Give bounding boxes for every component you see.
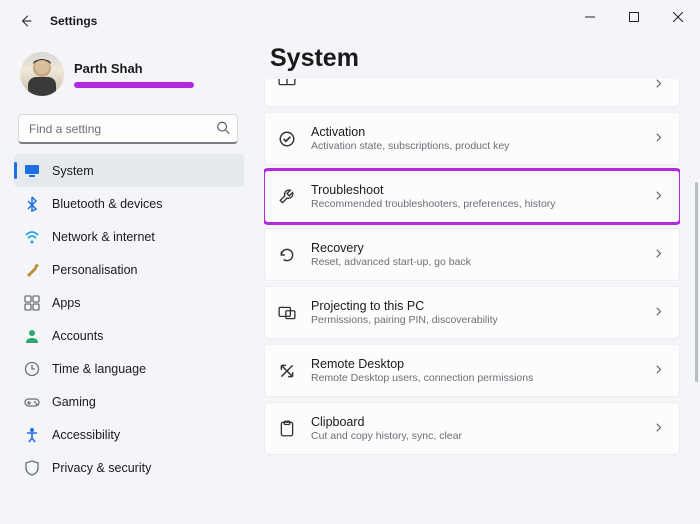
tile-title: Remote Desktop [311,357,533,371]
settings-tile-remote-desktop[interactable]: Remote DesktopRemote Desktop users, conn… [264,344,680,397]
nav: System Bluetooth & devices Network & inter… [14,154,244,484]
brush-icon [24,262,40,278]
avatar [20,52,64,96]
sidebar-item-label: Network & internet [52,230,155,244]
sidebar-item-personalisation[interactable]: Personalisation [14,253,244,286]
sidebar-item-label: Bluetooth & devices [52,197,163,211]
accessibility-icon [24,427,40,443]
snap-icon [277,79,297,89]
page-title: System [270,44,680,73]
sidebar-item-label: Apps [52,296,81,310]
settings-tile-snap-windows-desktops-task-switching[interactable]: Snap windows, desktops, task switching [264,79,680,107]
window-controls [568,0,700,34]
recovery-icon [277,245,297,265]
settings-tile-troubleshoot[interactable]: TroubleshootRecommended troubleshooters,… [264,170,680,223]
close-icon [673,12,683,22]
profile-email-redacted [74,82,194,88]
tile-title: Activation [311,125,509,139]
chevron-right-icon [653,131,665,146]
tile-subtitle: Permissions, pairing PIN, discoverabilit… [311,314,498,326]
clipboard-icon [277,419,297,439]
tile-subtitle: Recommended troubleshooters, preferences… [311,198,556,210]
sidebar-item-bluetooth-devices[interactable]: Bluetooth & devices [14,187,244,220]
maximize-icon [629,12,639,22]
sidebar: Parth Shah System Bluetooth & devices Netw… [0,42,252,524]
chevron-right-icon [653,189,665,204]
settings-tile-clipboard[interactable]: ClipboardCut and copy history, sync, cle… [264,402,680,455]
sidebar-item-gaming[interactable]: Gaming [14,385,244,418]
shield-icon [24,460,40,476]
tile-title: Clipboard [311,415,462,429]
chevron-right-icon [653,305,665,320]
content-pane: System Snap windows, desktops, task swit… [252,42,700,524]
tile-subtitle: Cut and copy history, sync, clear [311,430,462,442]
chevron-right-icon [653,421,665,436]
settings-tile-list: Snap windows, desktops, task switching Ac… [264,79,680,455]
scrollbar-track[interactable] [695,162,698,494]
tile-title: Recovery [311,241,471,255]
wrench-icon [277,187,297,207]
minimize-button[interactable] [568,0,612,34]
scrollbar-thumb[interactable] [695,182,698,382]
sidebar-item-label: Gaming [52,395,96,409]
profile-block[interactable]: Parth Shah [12,46,244,106]
search-wrap [18,114,238,144]
profile-name: Parth Shah [74,61,194,76]
chevron-right-icon [653,363,665,378]
apps-icon [24,295,40,311]
bluetooth-icon [24,196,40,212]
clock-icon [24,361,40,377]
close-button[interactable] [656,0,700,34]
sidebar-item-accounts[interactable]: Accounts [14,319,244,352]
sidebar-item-label: Accessibility [52,428,120,442]
sidebar-item-accessibility[interactable]: Accessibility [14,418,244,451]
sidebar-item-system[interactable]: System [14,154,244,187]
sidebar-item-label: Accounts [52,329,103,343]
app-title: Settings [50,14,97,28]
minimize-icon [585,12,595,22]
back-button[interactable] [12,7,40,35]
person-icon [24,328,40,344]
maximize-button[interactable] [612,0,656,34]
search-input[interactable] [18,114,238,144]
settings-tile-projecting-to-this-pc[interactable]: Projecting to this PCPermissions, pairin… [264,286,680,339]
sidebar-item-network-internet[interactable]: Network & internet [14,220,244,253]
gamepad-icon [24,394,40,410]
wifi-icon [24,229,40,245]
sidebar-item-label: Privacy & security [52,461,151,475]
tile-subtitle: Activation state, subscriptions, product… [311,140,509,152]
sidebar-item-time-language[interactable]: Time & language [14,352,244,385]
chevron-right-icon [653,247,665,262]
sidebar-item-apps[interactable]: Apps [14,286,244,319]
chevron-right-icon [653,79,665,92]
sidebar-item-label: System [52,164,94,178]
project-icon [277,303,297,323]
remote-icon [277,361,297,381]
activation-icon [277,129,297,149]
sidebar-item-label: Personalisation [52,263,137,277]
sidebar-item-privacy-security[interactable]: Privacy & security [14,451,244,484]
back-arrow-icon [19,14,33,28]
settings-tile-recovery[interactable]: RecoveryReset, advanced start-up, go bac… [264,228,680,281]
tile-title: Projecting to this PC [311,299,498,313]
search-icon [216,121,230,138]
tile-subtitle: Reset, advanced start-up, go back [311,256,471,268]
titlebar: Settings [0,0,700,42]
sidebar-item-label: Time & language [52,362,146,376]
tile-title: Troubleshoot [311,183,556,197]
monitor-icon [24,163,40,179]
settings-tile-activation[interactable]: ActivationActivation state, subscription… [264,112,680,165]
tile-subtitle: Remote Desktop users, connection permiss… [311,372,533,384]
